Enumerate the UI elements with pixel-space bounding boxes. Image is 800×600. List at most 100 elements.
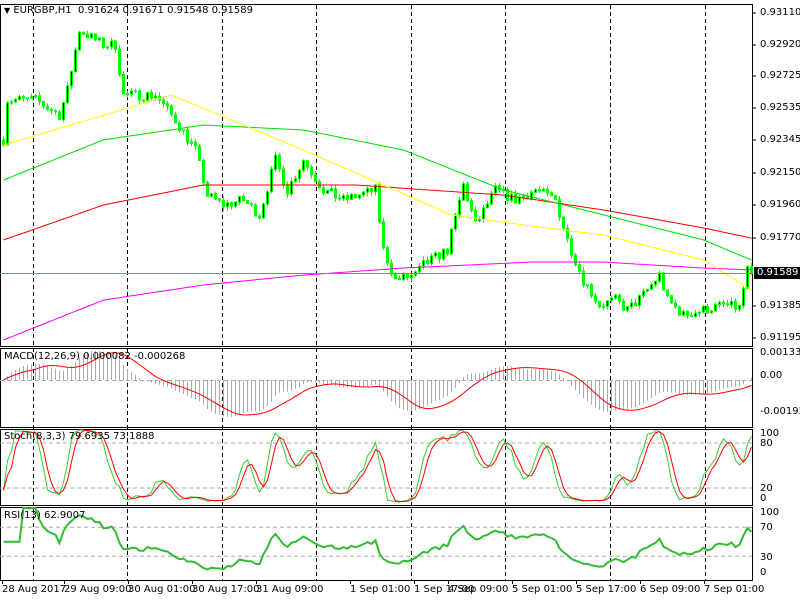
bull-candle [302,160,305,171]
price-axis-label: 0.91960 [760,199,800,210]
bear-candle [26,97,29,100]
bear-candle [162,99,165,105]
bull-candle [730,300,733,306]
open-price: 0.91624 [78,5,120,16]
bull-candle [458,199,461,216]
time-axis-label: 4 Sep 09:00 [448,584,509,595]
bull-candle [482,207,485,220]
bull-candle [542,188,545,192]
price-axis-label: 0.92535 [760,102,800,113]
bear-candle [722,301,725,305]
bear-candle [538,189,541,192]
bull-candle [146,92,149,101]
bear-candle [382,221,385,249]
macd-axis-label: 0.001335 [760,347,800,358]
bull-candle [714,303,717,312]
bull-candle [110,40,113,48]
bear-candle [474,209,477,222]
bull-candle [262,203,265,219]
bear-candle [550,192,553,197]
high-price: 0.91671 [122,5,164,16]
bear-candle [386,247,389,264]
bear-candle [202,159,205,184]
ma-green-line [3,124,752,261]
bull-candle [710,310,713,314]
bear-candle [594,295,597,302]
bear-candle [198,145,201,161]
bear-candle [214,193,217,200]
bear-candle [178,122,181,132]
bull-candle [534,189,537,193]
bear-candle [54,110,57,113]
bull-candle [154,95,157,99]
macd-label: MACD(12,26,9) 0.000082 -0.000268 [4,351,186,362]
bull-candle [6,102,9,146]
bear-candle [678,306,681,316]
bull-candle [518,196,521,204]
bear-candle [250,203,253,206]
bear-candle [734,300,737,310]
bear-candle [114,40,117,50]
bull-candle [62,101,65,121]
bear-candle [190,141,193,144]
time-axis-label: 30 Aug 17:00 [192,584,260,595]
price-axis-label: 0.92920 [760,39,800,50]
bull-candle [602,305,605,308]
bear-candle [246,200,249,205]
bear-candle [82,31,85,35]
triangle-down-icon[interactable]: ▼ [4,6,10,15]
bear-candle [286,184,289,195]
price-axis-label: 0.93110 [760,7,800,18]
bear-candle [426,260,429,265]
bear-candle [398,278,401,281]
bull-candle [342,195,345,200]
bull-candle [682,310,685,316]
bull-candle [610,297,613,302]
bull-candle [454,214,457,230]
bear-candle [690,315,693,318]
current-price-label: 0.91589 [754,267,800,279]
price-axis-label: 0.92345 [760,134,800,145]
bear-candle [370,188,373,193]
bull-candle [326,189,329,194]
bull-candle [486,203,489,209]
bear-candle [618,294,621,302]
bear-candle [634,302,637,307]
bear-candle [578,264,581,272]
bull-candle [234,201,237,207]
bull-candle [274,154,277,170]
bear-candle [254,204,257,217]
bull-candle [294,178,297,182]
time-axis-label: 30 Aug 01:00 [128,584,196,595]
bull-candle [358,194,361,199]
bull-candle [410,274,413,279]
bull-candle [298,169,301,180]
bear-candle [378,184,381,223]
bull-candle [522,195,525,198]
time-axis-label: 28 Aug 2017 [2,584,67,595]
bear-candle [102,37,105,49]
bear-candle [46,105,49,110]
bull-candle [70,71,73,87]
bear-candle [406,273,409,279]
bear-candle [278,154,281,170]
bull-candle [614,294,617,299]
price-axis-label: 0.92725 [760,70,800,81]
bull-candle [738,305,741,310]
bear-candle [258,215,261,219]
bear-candle [546,188,549,194]
bear-candle [2,139,5,146]
bear-candle [706,306,709,314]
bull-candle [18,96,21,101]
chart-canvas[interactable] [0,0,800,600]
bear-candle [142,99,145,102]
low-price: 0.91548 [167,5,209,16]
bull-candle [290,180,293,195]
rsi-axis-label: 70 [760,522,773,533]
stoch-axis-label: 0 [760,493,767,504]
bear-candle [314,174,317,183]
bull-candle [350,193,353,200]
time-axis-label: 5 Sep 17:00 [576,584,637,595]
bull-candle [330,188,333,191]
bull-candle [718,301,721,305]
